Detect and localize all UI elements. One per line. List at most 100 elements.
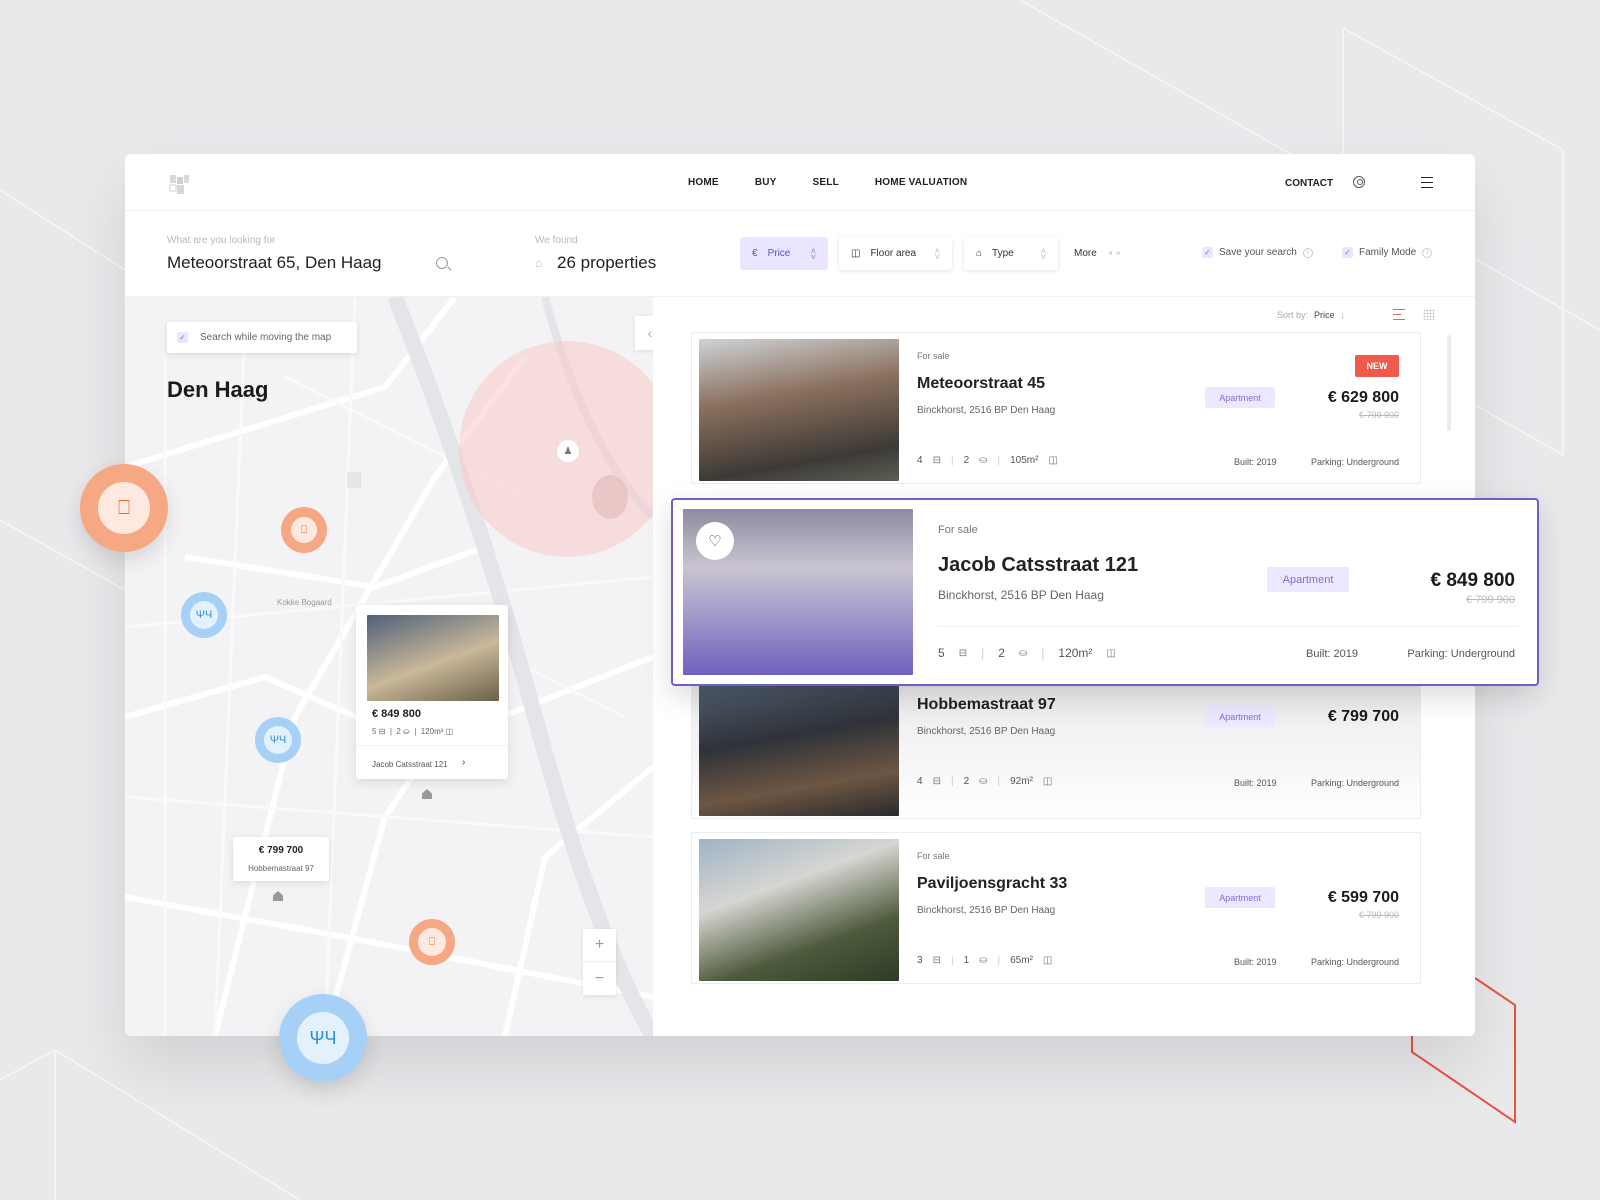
chevron-left-icon: ‹ xyxy=(647,325,653,341)
divider xyxy=(938,626,1518,627)
info-icon[interactable]: i xyxy=(1302,247,1313,258)
main-nav: HOME BUY SELL HOME VALUATION xyxy=(688,154,967,211)
bath-icon: ⛀ xyxy=(403,727,410,736)
info-icon[interactable]: i xyxy=(1422,247,1433,258)
parking-info: Parking: Underground xyxy=(1310,957,1399,967)
property-type-tag: Apartment xyxy=(1267,567,1349,592)
poi-marker-orange[interactable]: ⎕ xyxy=(281,507,327,553)
marker-price: € 799 700 xyxy=(258,845,304,856)
listing-panel: Sort by: Price ↓ For sale Meteoorstraat … xyxy=(653,297,1539,1036)
poi-marker-orange[interactable]: ⎕ xyxy=(409,919,455,965)
parking-info: Parking: Underground xyxy=(1310,457,1399,467)
collapse-map-button[interactable]: ‹ xyxy=(635,316,653,350)
sort-arrows-icon: ˄ ˅ xyxy=(810,245,816,262)
floor-area-icon: ◫ xyxy=(445,727,454,736)
sort-control[interactable]: Sort by: Price ↓ xyxy=(1277,310,1345,320)
floor-area-icon: ◫ xyxy=(1048,455,1058,466)
built-year: Built: 2019 xyxy=(1234,778,1277,788)
beds-count: 3 xyxy=(917,955,923,966)
price-filter[interactable]: € Price ˄ ˅ xyxy=(740,237,828,270)
listing-card[interactable]: For sale Hobbemastraat 97 Binckhorst, 25… xyxy=(691,667,1421,819)
parking-info: Parking: Underground xyxy=(1310,778,1399,788)
bed-icon: ⊟ xyxy=(932,955,941,966)
poi-marker-restaurant[interactable]: ΨЧ xyxy=(255,717,301,763)
floor-area-filter[interactable]: ◫ Floor area ˄ ˅ xyxy=(839,237,952,270)
separator: | xyxy=(997,955,1001,966)
scrollbar[interactable] xyxy=(1447,335,1451,431)
favorite-heart-icon[interactable]: ♡ xyxy=(696,522,734,560)
list-view-icon[interactable] xyxy=(1393,309,1405,320)
logo-icon[interactable] xyxy=(167,172,191,196)
family-mode-checkbox[interactable]: ✓ Family Mode i xyxy=(1342,247,1433,258)
map-panel[interactable]: ✓ Search while moving the map Den Haag ‹… xyxy=(125,297,653,1036)
poi-marker-orange-large[interactable]: ⎕ xyxy=(80,464,168,552)
search-icon[interactable] xyxy=(436,257,448,269)
top-navigation: HOME BUY SELL HOME VALUATION CONTACT xyxy=(125,154,1475,211)
property-thumbnail xyxy=(367,615,499,701)
listing-title[interactable]: Jacob Catsstraat 121 xyxy=(938,554,1138,577)
more-filters-button[interactable]: More ⚬⚬ xyxy=(1068,237,1138,270)
bookmark-icon: ⎕ xyxy=(418,928,446,956)
listing-specs: 4 ⊟ | 2 ⛀ | 105m² ◫ xyxy=(917,455,1058,466)
map-city-title: Den Haag xyxy=(167,377,269,402)
grid-view-icon[interactable] xyxy=(1423,309,1435,320)
chevron-right-icon[interactable]: › xyxy=(462,757,465,768)
listing-address: Binckhorst, 2516 BP Den Haag xyxy=(917,405,1056,416)
map-place-label: Kokke Bogaard xyxy=(277,598,332,607)
built-year: Built: 2019 xyxy=(1234,457,1277,467)
property-type-tag: Apartment xyxy=(1205,387,1275,408)
save-search-checkbox[interactable]: ✓ Save your search i xyxy=(1202,247,1313,258)
new-badge: NEW xyxy=(1355,355,1399,377)
euro-icon: € xyxy=(752,248,758,259)
map-price-label[interactable]: € 799 700 Hobbemastraat 97 xyxy=(233,837,329,881)
listing-title[interactable]: Paviljoensgracht 33 xyxy=(917,875,1067,893)
search-while-moving-checkbox[interactable]: ✓ Search while moving the map xyxy=(167,322,357,353)
listing-specs: 5 ⊟ | 2 ⛀ | 120m² ◫ xyxy=(938,646,1116,660)
sort-arrows-icon: ˄ ˅ xyxy=(1040,245,1046,262)
sliders-icon: ⚬⚬ xyxy=(1106,248,1122,258)
type-filter[interactable]: ⌂ Type ˄ ˅ xyxy=(964,237,1058,270)
listing-title[interactable]: Hobbemastraat 97 xyxy=(917,696,1056,714)
nav-sell[interactable]: SELL xyxy=(813,177,839,188)
poi-marker-restaurant[interactable]: ΨЧ xyxy=(181,592,227,638)
sort-direction-icon[interactable]: ↓ xyxy=(1341,310,1346,320)
listing-card[interactable]: For sale Paviljoensgracht 33 Binckhorst,… xyxy=(691,832,1421,984)
user-icon[interactable] xyxy=(1353,176,1365,188)
floor-area-filter-label: Floor area xyxy=(870,248,917,259)
map-zoom-controls: + − xyxy=(583,929,616,995)
popup-beds: 5 xyxy=(372,727,377,736)
listing-card[interactable]: For sale Meteoorstraat 45 Binckhorst, 25… xyxy=(691,332,1421,484)
zoom-out-button[interactable]: − xyxy=(583,962,616,995)
listing-price: € 849 800 xyxy=(1430,570,1515,591)
listing-status: For sale xyxy=(917,851,950,861)
nav-home-valuation[interactable]: HOME VALUATION xyxy=(875,177,967,188)
listing-title[interactable]: Meteoorstraat 45 xyxy=(917,375,1045,393)
floor-area: 105m² xyxy=(1010,455,1039,466)
save-search-label: Save your search xyxy=(1219,247,1297,258)
bed-icon: ⊟ xyxy=(378,727,386,736)
baths-count: 2 xyxy=(998,646,1005,660)
listing-price: € 629 800 xyxy=(1327,389,1399,406)
floor-area-icon: ◫ xyxy=(851,248,861,259)
search-input[interactable]: Meteoorstraat 65, Den Haag xyxy=(167,253,382,273)
poi-marker-restaurant-large[interactable]: ΨЧ xyxy=(279,994,367,1082)
nav-contact[interactable]: CONTACT xyxy=(1285,178,1333,189)
popup-property-name[interactable]: Jacob Catsstraat 121 xyxy=(372,760,448,769)
separator: | xyxy=(1041,646,1045,660)
hamburger-menu-icon[interactable] xyxy=(1421,177,1433,188)
separator: | xyxy=(997,776,1001,787)
sort-value: Price xyxy=(1313,310,1335,320)
floor-area: 120m² xyxy=(1058,646,1093,660)
map-property-popup[interactable]: € 849 800 5 ⊟ | 2 ⛀ | 120m² ◫ Jacob Cats… xyxy=(356,605,508,779)
nav-home[interactable]: HOME xyxy=(688,177,719,188)
popup-price: € 849 800 xyxy=(372,708,421,720)
listing-card-selected[interactable]: ♡ For sale Jacob Catsstraat 121 Binckhor… xyxy=(671,498,1539,686)
results-count: 26 properties xyxy=(557,253,657,272)
floor-area: 92m² xyxy=(1010,776,1033,787)
listing-address: Binckhorst, 2516 BP Den Haag xyxy=(917,905,1056,916)
divider xyxy=(356,745,508,746)
nav-buy[interactable]: BUY xyxy=(755,177,777,188)
zoom-in-button[interactable]: + xyxy=(583,929,616,962)
sort-arrows-icon: ˄ ˅ xyxy=(934,245,940,262)
person-location-icon[interactable]: ♟ xyxy=(557,440,579,462)
